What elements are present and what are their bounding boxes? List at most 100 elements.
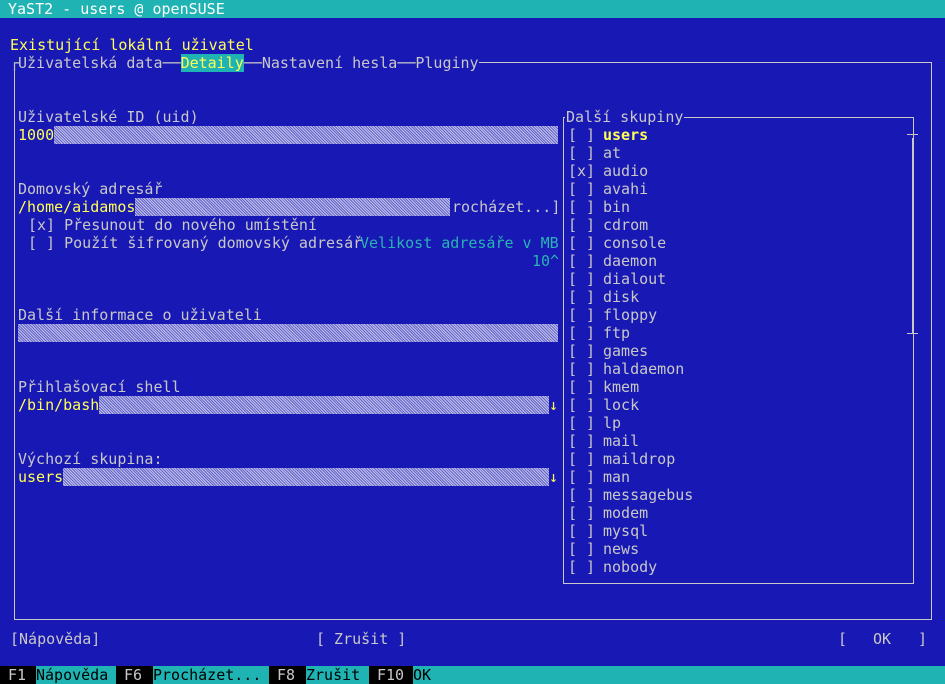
group-name: news [603, 540, 640, 558]
group-checkbox-mark: [ ] [568, 486, 596, 504]
group-item-nobody[interactable]: [ ] nobody [568, 558, 657, 576]
fkey-f1-label[interactable]: Nápověda [36, 666, 108, 684]
group-name: mail [603, 432, 640, 450]
group-item-floppy[interactable]: [ ] floppy [568, 306, 657, 324]
default-group-value: users [18, 468, 64, 486]
fkey-f1[interactable]: F1 [0, 666, 36, 684]
group-item-mysql[interactable]: [ ] mysql [568, 522, 648, 540]
group-name: maildrop [603, 450, 676, 468]
group-item-daemon[interactable]: [ ] daemon [568, 252, 657, 270]
group-item-audio[interactable]: [x] audio [568, 162, 648, 180]
group-item-kmem[interactable]: [ ] kmem [568, 378, 639, 396]
login-shell-dropdown-icon[interactable]: ↓ [549, 396, 559, 414]
tab-details[interactable]: Detaily [180, 54, 244, 72]
group-item-cdrom[interactable]: [ ] cdrom [568, 216, 648, 234]
group-checkbox-mark: [ ] [568, 378, 596, 396]
group-name: floppy [603, 306, 658, 324]
group-item-bin[interactable]: [ ] bin [568, 198, 630, 216]
group-checkbox-mark: [ ] [568, 126, 596, 144]
group-name: cdrom [603, 216, 649, 234]
group-name: kmem [603, 378, 640, 396]
group-name: messagebus [603, 486, 694, 504]
group-name: man [603, 468, 631, 486]
move-home-checkbox-mark: [x] [28, 216, 56, 234]
fkey-f10-label[interactable]: OK [413, 666, 431, 684]
uid-label: Uživatelské ID (uid) [18, 108, 199, 126]
login-shell-label: Přihlašovací shell [18, 378, 181, 396]
group-item-users[interactable]: [ ] users [568, 126, 648, 144]
home-directory-value: /home/aidamos [18, 198, 136, 216]
group-name: avahi [603, 180, 649, 198]
tab-bar-corner: ┌ [10, 54, 20, 72]
group-item-disk[interactable]: [ ] disk [568, 288, 639, 306]
home-size-label: Velikost adresáře v MB [360, 234, 559, 252]
group-checkbox-mark: [ ] [568, 324, 596, 342]
tab-bar: Uživatelská data──Detaily──Nastavení hes… [18, 54, 479, 72]
group-checkbox-mark: [x] [568, 162, 596, 180]
default-group-combobox[interactable] [18, 468, 550, 486]
group-checkbox-mark: [ ] [568, 468, 596, 486]
cancel-button[interactable]: [ Zrušit ] [316, 630, 406, 648]
group-checkbox-mark: [ ] [568, 288, 596, 306]
default-group-dropdown-icon[interactable]: ↓ [549, 468, 559, 486]
tab-user-data[interactable]: Uživatelská data [18, 54, 163, 72]
group-item-ftp[interactable]: [ ] ftp [568, 324, 630, 342]
home-size-spinner[interactable]: 10^ [532, 252, 559, 270]
fkey-f6-label[interactable]: Procházet... [153, 666, 261, 684]
window-title-bar: YaST2 - users @ openSUSE [0, 0, 945, 18]
group-checkbox-mark: [ ] [568, 306, 596, 324]
group-name: dialout [603, 270, 667, 288]
group-item-games[interactable]: [ ] games [568, 342, 648, 360]
group-item-haldaemon[interactable]: [ ] haldaemon [568, 360, 684, 378]
encrypt-home-checkbox[interactable]: [ ] Použít šifrovaný domovský adresář [28, 234, 362, 252]
group-checkbox-mark: [ ] [568, 432, 596, 450]
group-checkbox-mark: [ ] [568, 558, 596, 576]
group-item-modem[interactable]: [ ] modem [568, 504, 648, 522]
ok-bracket-close: ] [918, 630, 928, 648]
ok-label: OK [873, 630, 892, 648]
group-name: disk [603, 288, 640, 306]
ok-button[interactable]: [OK] [838, 630, 927, 648]
group-checkbox-mark: [ ] [568, 270, 596, 288]
tab-password-settings[interactable]: Nastavení hesla [262, 54, 397, 72]
group-checkbox-mark: [ ] [568, 180, 596, 198]
uid-input[interactable] [18, 126, 558, 144]
group-item-avahi[interactable]: [ ] avahi [568, 180, 648, 198]
uid-value: 1000 [18, 126, 55, 144]
group-checkbox-mark: [ ] [568, 198, 596, 216]
group-checkbox-mark: [ ] [568, 360, 596, 378]
groups-scrollbar[interactable] [912, 138, 913, 334]
group-name: daemon [603, 252, 658, 270]
move-home-checkbox[interactable]: [x] Přesunout do nového umístění [28, 216, 317, 234]
browse-button[interactable]: rocházet...] [452, 198, 560, 216]
help-button[interactable]: [Nápověda] [10, 630, 100, 648]
group-name: haldaemon [603, 360, 685, 378]
group-item-console[interactable]: [ ] console [568, 234, 666, 252]
default-group-label: Výchozí skupina: [18, 450, 163, 468]
group-item-man[interactable]: [ ] man [568, 468, 630, 486]
group-checkbox-mark: [ ] [568, 252, 596, 270]
group-item-at[interactable]: [ ] at [568, 144, 621, 162]
group-item-messagebus[interactable]: [ ] messagebus [568, 486, 693, 504]
fkey-f10[interactable]: F10 [369, 666, 413, 684]
fkey-f8[interactable]: F8 [269, 666, 306, 684]
scrollbar-bottom-cap [907, 333, 918, 334]
group-checkbox-mark: [ ] [568, 522, 596, 540]
group-item-lp[interactable]: [ ] lp [568, 414, 621, 432]
group-item-maildrop[interactable]: [ ] maildrop [568, 450, 675, 468]
group-item-dialout[interactable]: [ ] dialout [568, 270, 666, 288]
group-item-mail[interactable]: [ ] mail [568, 432, 639, 450]
tab-plugins[interactable]: Pluginy [415, 54, 478, 72]
group-item-news[interactable]: [ ] news [568, 540, 639, 558]
group-checkbox-mark: [ ] [568, 450, 596, 468]
group-name: nobody [603, 558, 658, 576]
tab-separator: ── [162, 54, 181, 72]
encrypt-home-checkbox-mark: [ ] [28, 234, 56, 252]
encrypt-home-checkbox-label: Použít šifrovaný domovský adresář [64, 234, 363, 252]
extra-info-input[interactable] [18, 324, 558, 342]
group-name: audio [603, 162, 649, 180]
fkey-f6[interactable]: F6 [116, 666, 153, 684]
group-item-lock[interactable]: [ ] lock [568, 396, 639, 414]
group-checkbox-mark: [ ] [568, 414, 596, 432]
fkey-f8-label[interactable]: Zrušit [306, 666, 360, 684]
